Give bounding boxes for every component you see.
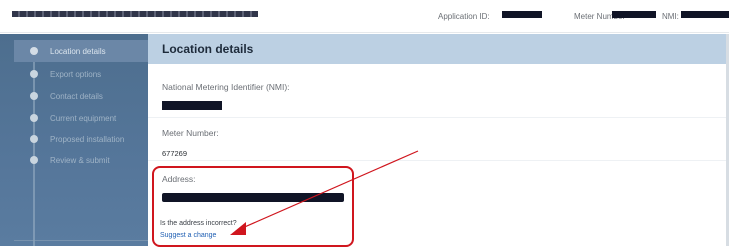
red-arrow-annotation xyxy=(230,150,419,235)
arrow-head-icon xyxy=(230,222,246,235)
arrow-line xyxy=(239,150,419,230)
